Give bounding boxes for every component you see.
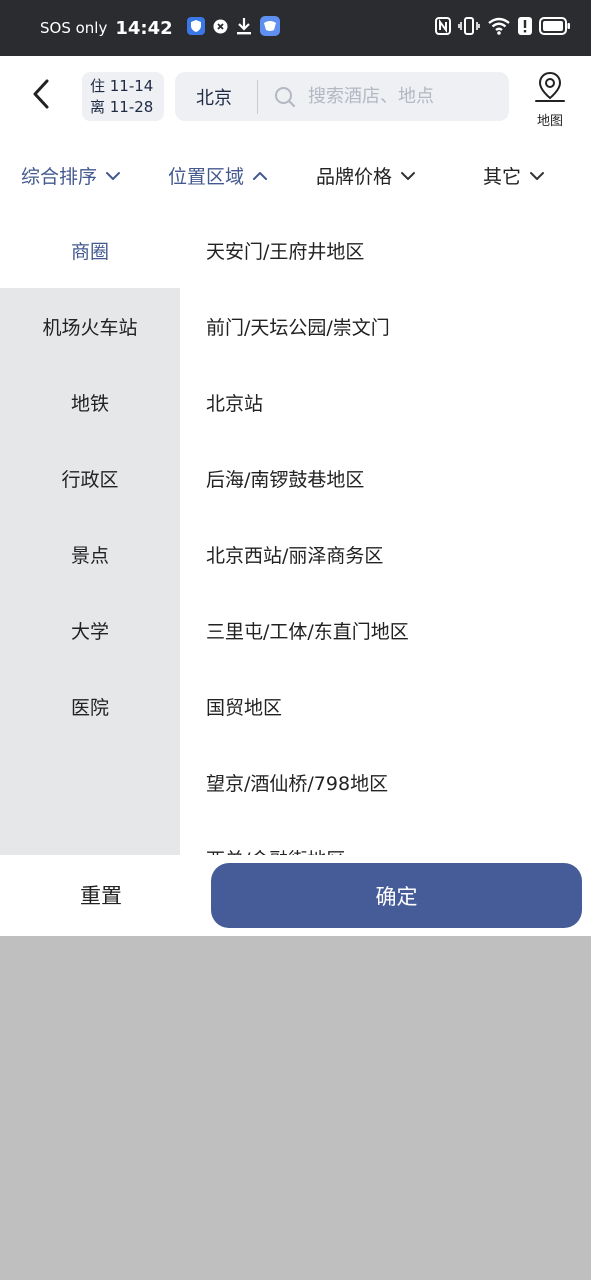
list-item[interactable]: 望京/酒仙桥/798地区 (206, 744, 388, 820)
category-item-attractions[interactable]: 景点 (0, 516, 180, 592)
area-list: 天安门/王府井地区 前门/天坛公园/崇文门 北京站 后海/南锣鼓巷地区 北京西站… (180, 212, 591, 855)
search-input[interactable] (308, 86, 508, 107)
alert-icon (518, 17, 532, 39)
category-item-hospital[interactable]: 医院 (0, 668, 180, 744)
list-item[interactable]: 北京站 (206, 364, 263, 440)
app-notification-icon (259, 16, 280, 40)
tab-location[interactable]: 位置区域 (168, 148, 268, 202)
tab-label: 综合排序 (21, 165, 98, 188)
chevron-down-icon (400, 164, 416, 186)
category-item-university[interactable]: 大学 (0, 592, 180, 668)
list-item[interactable]: 后海/南锣鼓巷地区 (206, 440, 364, 516)
map-pin-icon (533, 70, 567, 108)
vibrate-icon (458, 17, 480, 39)
chevron-down-icon (105, 164, 121, 186)
category-item-district[interactable]: 行政区 (0, 440, 180, 516)
tab-other[interactable]: 其它 (483, 148, 545, 202)
action-bar: 重置 确定 (0, 855, 591, 936)
check-in-date: 住 11-14 (90, 76, 154, 95)
date-selector[interactable]: 住 11-14 离 11-28 (82, 72, 164, 121)
nfc-icon (435, 17, 451, 39)
confirm-button[interactable]: 确定 (211, 863, 582, 928)
map-label: 地图 (536, 114, 563, 129)
category-item-business-district[interactable]: 商圈 (0, 212, 180, 288)
map-button[interactable]: 地图 (530, 70, 570, 129)
back-button[interactable] (24, 76, 58, 116)
city-selector[interactable]: 北京 (175, 84, 257, 110)
list-item[interactable]: 西单/金融街地区 (206, 820, 345, 856)
dim-overlay[interactable] (0, 936, 591, 1280)
list-item[interactable]: 天安门/王府井地区 (206, 212, 364, 288)
carrier-text: SOS only (40, 19, 108, 37)
battery-icon (539, 17, 571, 39)
tab-label: 其它 (483, 165, 522, 188)
search-bar: 北京 (175, 72, 509, 121)
filter-bar: 综合排序 位置区域 品牌价格 其它 (0, 148, 591, 202)
chevron-down-icon (529, 164, 545, 186)
category-item-airport-station[interactable]: 机场火车站 (0, 288, 180, 364)
tab-label: 位置区域 (168, 165, 245, 188)
check-out-date: 离 11-28 (90, 97, 154, 116)
clock: 14:42 (115, 17, 173, 39)
tab-brand-price[interactable]: 品牌价格 (316, 148, 416, 202)
shield-icon (186, 17, 205, 39)
close-circle-icon (213, 19, 228, 38)
chevron-up-icon (252, 164, 268, 186)
reset-button[interactable]: 重置 (40, 863, 162, 927)
search-icon (274, 86, 296, 108)
list-item[interactable]: 前门/天坛公园/崇文门 (206, 288, 390, 364)
search-header: 住 11-14 离 11-28 北京 地图 (0, 56, 591, 138)
list-item[interactable]: 国贸地区 (206, 668, 282, 744)
wifi-icon (487, 17, 511, 39)
filter-panel: 住 11-14 离 11-28 北京 地图 综合排序 位置区域 (0, 56, 591, 936)
tab-sort[interactable]: 综合排序 (21, 148, 121, 202)
list-item[interactable]: 三里屯/工体/东直门地区 (206, 592, 409, 668)
category-item-subway[interactable]: 地铁 (0, 364, 180, 440)
list-item[interactable]: 北京西站/丽泽商务区 (206, 516, 383, 592)
chevron-left-icon (31, 78, 51, 114)
search-divider (257, 79, 258, 114)
download-icon (236, 17, 252, 39)
category-sidebar: 商圈 机场火车站 地铁 行政区 景点 大学 医院 (0, 212, 180, 855)
tab-label: 品牌价格 (316, 165, 393, 188)
status-bar: SOS only 14:42 (0, 0, 591, 56)
